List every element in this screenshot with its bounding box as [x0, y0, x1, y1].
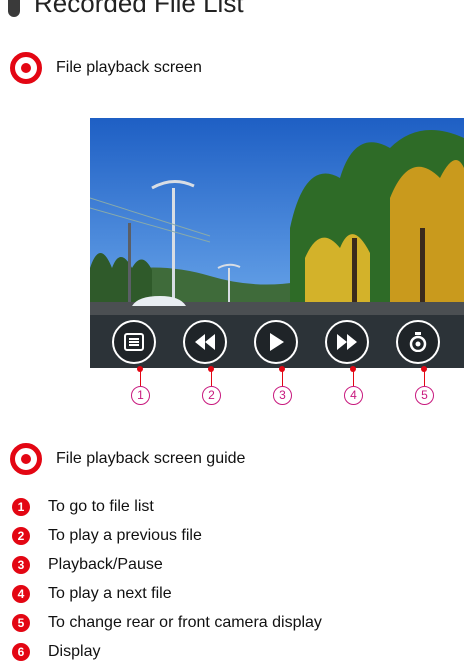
- callout-dot: [350, 366, 356, 372]
- guide-item-text: To play a previous file: [48, 526, 202, 544]
- guide-item-text: Playback/Pause: [48, 555, 163, 573]
- control-number-badge: 4: [344, 386, 363, 405]
- target-bullet-icon: [10, 52, 42, 84]
- guide-item-text: To change rear or front camera display: [48, 613, 322, 631]
- file-list-button[interactable]: [112, 320, 156, 364]
- callout-dot: [421, 366, 427, 372]
- guide-number-badge: 1: [12, 497, 30, 516]
- list-icon: [124, 333, 144, 351]
- guide-item: 5 To change rear or front camera display: [12, 608, 322, 637]
- guide-item: 1 To go to file list: [12, 492, 322, 521]
- section-heading-guide: File playback screen guide: [10, 443, 245, 475]
- control-number-badge: 2: [202, 386, 221, 405]
- playback-screen: [90, 118, 464, 370]
- video-frame: [90, 118, 464, 315]
- previous-file-button[interactable]: [183, 320, 227, 364]
- callout-dot: [208, 366, 214, 372]
- guide-number-badge: 3: [12, 555, 30, 574]
- guide-number-badge: 5: [12, 613, 30, 632]
- camera-switch-icon: [409, 332, 427, 352]
- rewind-icon: [195, 334, 215, 350]
- guide-number-badge: 4: [12, 584, 30, 603]
- play-pause-button[interactable]: [254, 320, 298, 364]
- callout-dot: [137, 366, 143, 372]
- guide-item-text: Display: [48, 642, 101, 660]
- page-title-row: Recorded File List: [8, 0, 244, 19]
- callout-dot: [279, 366, 285, 372]
- guide-number-badge: 2: [12, 526, 30, 545]
- section-heading-text: File playback screen guide: [56, 450, 246, 467]
- control-number-badge: 3: [273, 386, 292, 405]
- control-number-badge: 5: [415, 386, 434, 405]
- control-number-badge: 1: [131, 386, 150, 405]
- guide-item: 2 To play a previous file: [12, 521, 322, 550]
- target-bullet-icon: [10, 443, 42, 475]
- guide-item: 3 Playback/Pause: [12, 550, 322, 579]
- next-file-button[interactable]: [325, 320, 369, 364]
- play-icon: [270, 333, 284, 351]
- camera-switch-button[interactable]: [396, 320, 440, 364]
- section-heading-text: File playback screen: [56, 59, 202, 76]
- guide-list: 1 To go to file list 2 To play a previou…: [12, 492, 322, 666]
- guide-item-text: To go to file list: [48, 497, 154, 515]
- fast-forward-icon: [337, 334, 357, 350]
- guide-item-text: To play a next file: [48, 584, 172, 602]
- guide-item: 4 To play a next file: [12, 579, 322, 608]
- section-heading-playback: File playback screen: [10, 52, 202, 84]
- title-bullet-icon: [8, 0, 20, 17]
- page-title: Recorded File List: [34, 0, 244, 18]
- guide-number-badge: 6: [12, 642, 30, 661]
